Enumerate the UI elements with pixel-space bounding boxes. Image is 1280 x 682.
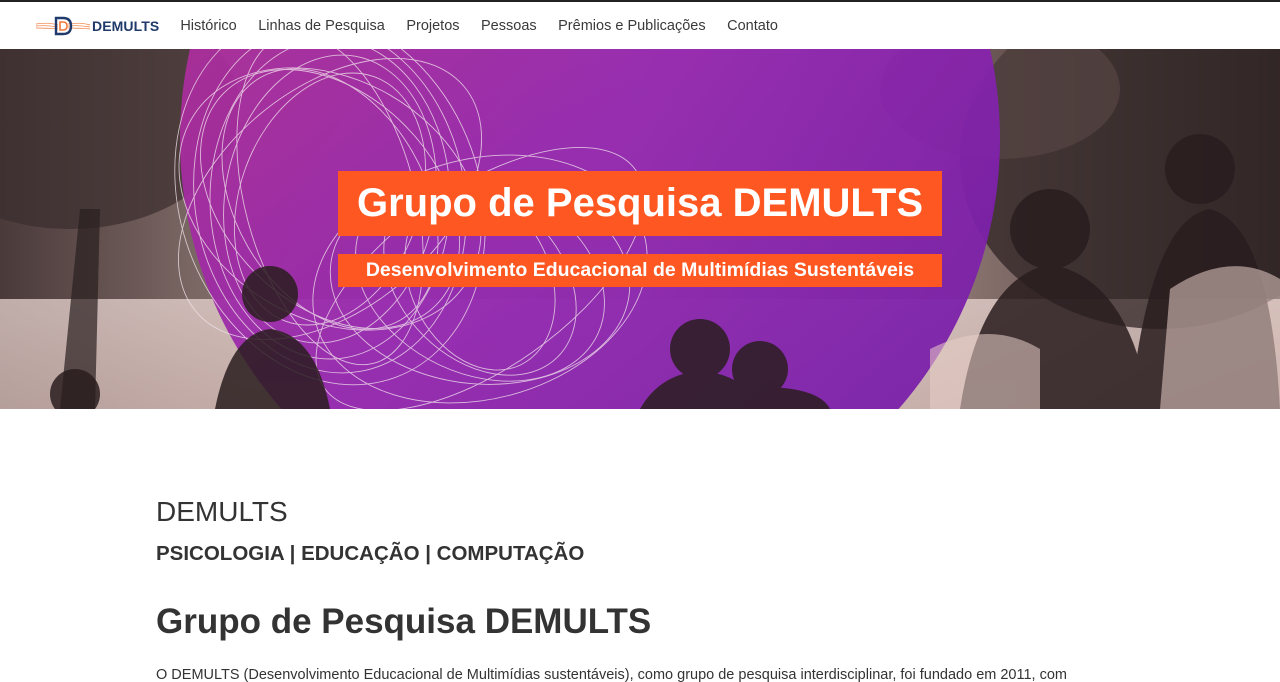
nav-link-premios-e-publicacoes[interactable]: Prêmios e Publicações xyxy=(558,18,706,34)
nav-link-contato[interactable]: Contato xyxy=(727,18,778,34)
section-heading: DEMULTS xyxy=(156,496,288,527)
navbar: DEMULTS Histórico Linhas de Pesquisa Pro… xyxy=(0,2,1280,49)
research-areas: PSICOLOGIA | EDUCAÇÃO | COMPUTAÇÃO xyxy=(156,542,585,565)
nav-link-historico[interactable]: Histórico xyxy=(180,18,236,34)
hero-title: Grupo de Pesquisa DEMULTS xyxy=(338,171,942,236)
nav-link-projetos[interactable]: Projetos xyxy=(406,18,459,34)
intro-paragraph: O DEMULTS (Desenvolvimento Educacional d… xyxy=(156,667,1067,682)
nav-links: Histórico Linhas de Pesquisa Projetos Pe… xyxy=(180,18,799,34)
page-title: Grupo de Pesquisa DEMULTS xyxy=(156,602,652,641)
demults-logo-icon xyxy=(35,16,91,35)
hero-banner: Grupo de Pesquisa DEMULTS Desenvolviment… xyxy=(0,49,1280,409)
brand-home-link[interactable]: DEMULTS xyxy=(34,2,159,49)
nav-link-linhas-de-pesquisa[interactable]: Linhas de Pesquisa xyxy=(258,18,385,34)
brand-name: DEMULTS xyxy=(92,17,160,34)
nav-link-pessoas[interactable]: Pessoas xyxy=(481,18,537,34)
hero-subtitle: Desenvolvimento Educacional de Multimídi… xyxy=(338,254,942,287)
